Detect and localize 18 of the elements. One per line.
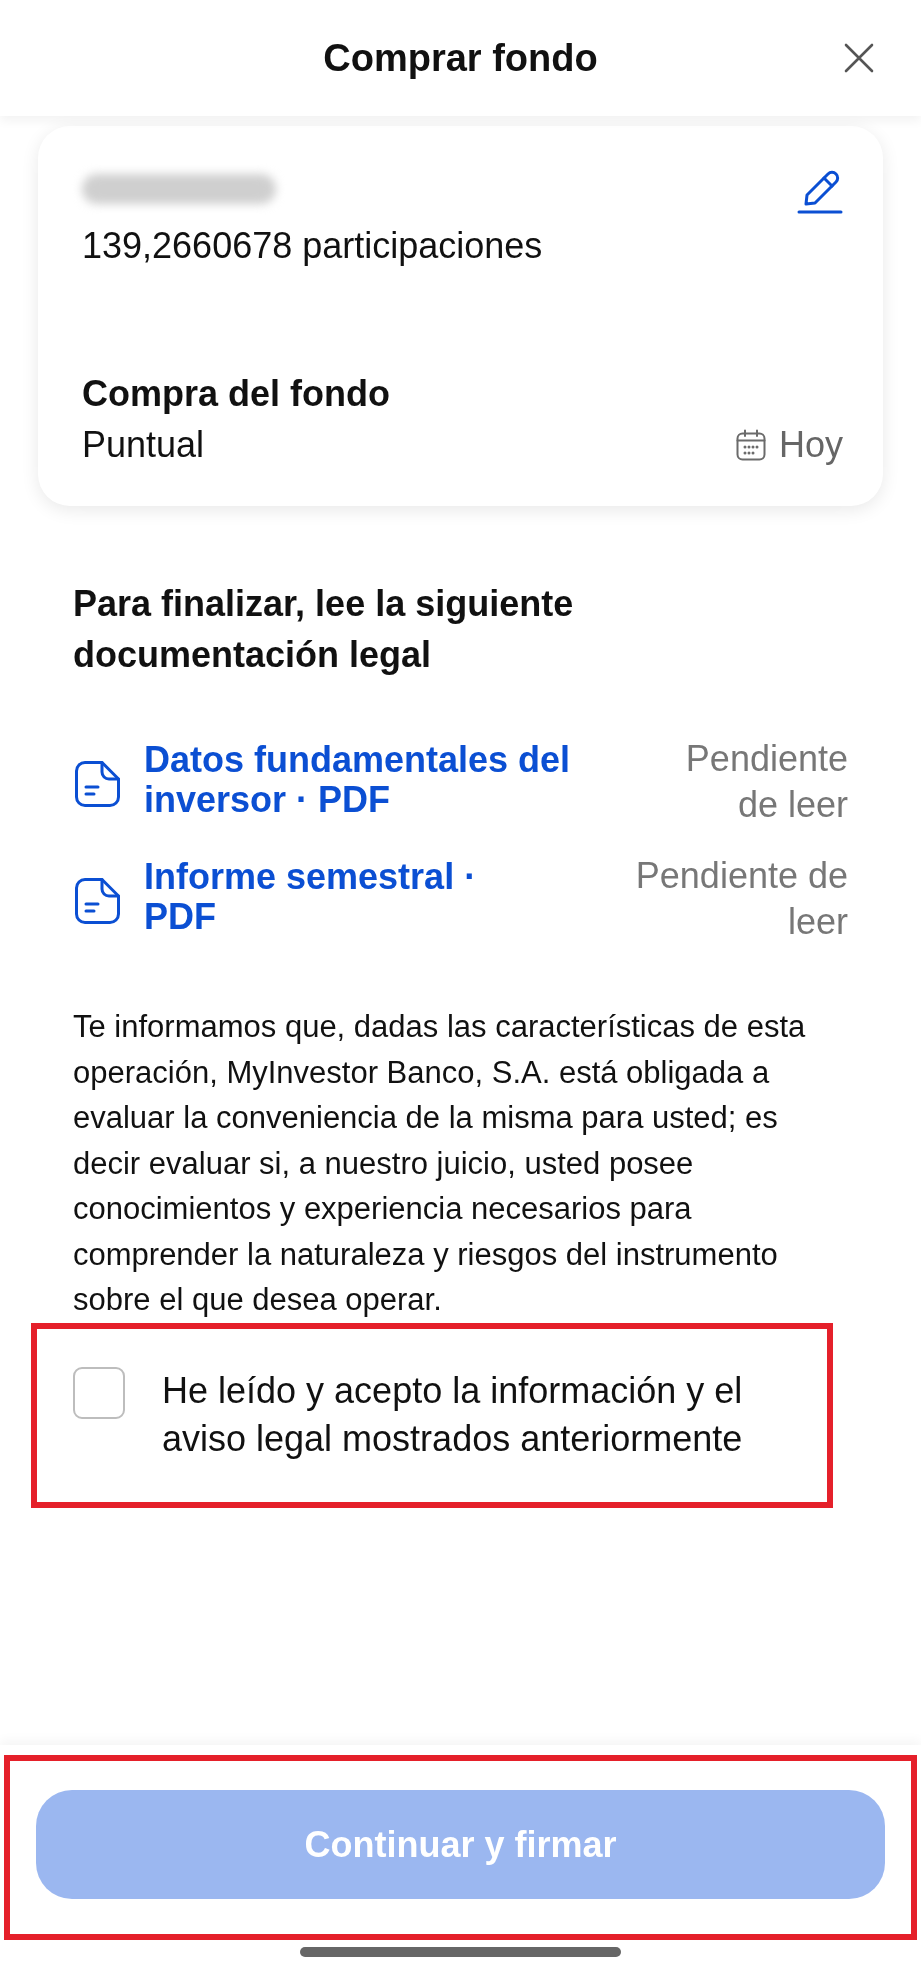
consent-label: He leído y acepto la información y el aviso legal mostrados anteriormente — [162, 1368, 744, 1461]
window-title: Comprar fondo — [323, 36, 598, 81]
document-icon — [73, 877, 121, 925]
read-status: Pendiente de leer — [684, 737, 848, 827]
units-text: 139,2660678 participaciones — [82, 224, 544, 268]
document-icon — [73, 760, 121, 808]
checkbox[interactable] — [73, 1366, 125, 1419]
read-status: Pendiente de leer — [634, 854, 848, 944]
document-link[interactable]: Informe semestral · PDF — [144, 857, 551, 937]
date-text: Hoy — [778, 423, 843, 467]
purchase-type: Puntual — [82, 423, 205, 467]
close-button[interactable] — [844, 43, 874, 73]
notice-paragraph: Te informamos que, dadas las características de esta operación, MyInvestor Banco, S.A. está obligada a evaluar la conveniencia de la misma para usted; es decir evaluar si, a nuestro juicio, usted posee conocimientos y experiencia necesarios para comprender la naturaleza y riesgos del instrumento sobre el que desea operar. — [73, 1008, 807, 1319]
close-icon — [844, 43, 874, 73]
calendar-icon — [735, 428, 766, 461]
purchase-label: Compra del fondo — [82, 372, 391, 416]
document-link[interactable]: Datos fundamentales del inversor · PDF — [144, 740, 628, 820]
section-heading: Para finalizar, lee la siguiente documentación legal — [73, 582, 575, 677]
